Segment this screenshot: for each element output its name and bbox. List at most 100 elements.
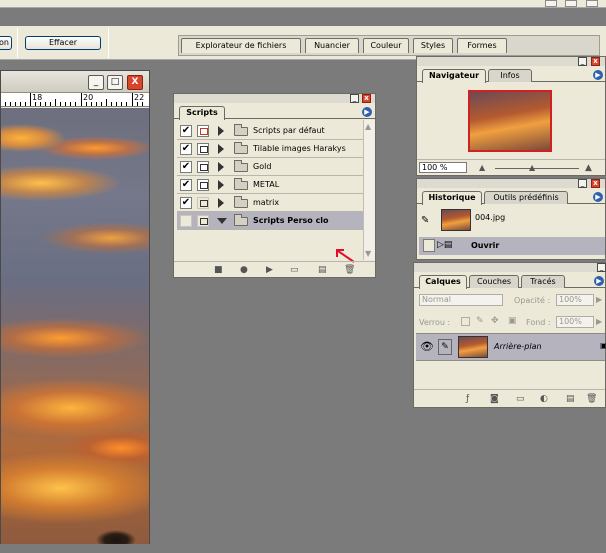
lock-move-icon[interactable]: ✥ (491, 316, 499, 326)
well-tab-swatches[interactable]: Nuancier (305, 38, 359, 53)
adjustment-layer-icon[interactable]: ◐ (540, 394, 548, 404)
layers-palette-header[interactable]: _ (414, 263, 606, 272)
trash-icon[interactable]: 🗑 (586, 394, 597, 404)
opacity-field[interactable]: 100% (556, 294, 594, 306)
expand-triangle-icon[interactable] (218, 126, 224, 136)
tab-info[interactable]: Infos (488, 69, 532, 82)
document-title-bar[interactable]: _ □ X (1, 71, 149, 93)
script-toggle-checkbox[interactable]: ✔ (180, 143, 192, 155)
play-icon[interactable]: ▶ (266, 265, 273, 275)
close-icon[interactable]: x (591, 179, 600, 188)
horizontal-ruler[interactable]: 18 20 22 (1, 93, 149, 107)
stop-icon[interactable]: ■ (214, 265, 223, 275)
fill-field[interactable]: 100% (556, 316, 594, 328)
close-icon[interactable]: x (591, 57, 600, 66)
navigator-thumbnail[interactable] (468, 90, 552, 152)
tab-channels[interactable]: Couches (469, 275, 519, 288)
list-item[interactable]: ✔ Tilable images Harakys (177, 140, 363, 158)
lock-brush-icon[interactable]: ✎ (476, 316, 484, 326)
well-tab-styles[interactable]: Styles (413, 38, 453, 53)
zoom-out-icon[interactable]: ▲ (479, 163, 485, 173)
palette-menu-icon[interactable]: ▶ (362, 107, 372, 117)
trash-icon[interactable]: 🗑 (344, 265, 355, 275)
app-maximize-icon[interactable] (565, 0, 577, 7)
tab-navigator[interactable]: Navigateur (422, 69, 486, 83)
opacity-arrow-icon[interactable]: ▶ (596, 295, 602, 304)
app-close-icon[interactable] (586, 0, 598, 7)
new-group-icon[interactable]: ▭ (516, 394, 525, 404)
expand-triangle-icon[interactable] (218, 198, 224, 208)
script-toggle-checkbox[interactable]: ✔ (180, 197, 192, 209)
new-script-icon[interactable]: ▤ (318, 265, 327, 275)
tab-layers[interactable]: Calques (419, 275, 467, 289)
new-layer-icon[interactable]: ▤ (566, 394, 575, 404)
dialog-toggle-icon[interactable] (197, 197, 209, 209)
scroll-down-icon[interactable]: ▼ (365, 249, 371, 258)
history-source-box[interactable] (423, 239, 435, 252)
sunset-image-canvas[interactable] (1, 108, 149, 544)
scroll-up-icon[interactable]: ▲ (365, 122, 371, 131)
layer-row[interactable]: 👁 ✎ Arrière-plan ▣ (416, 333, 606, 361)
new-set-folder-icon[interactable]: ▭ (290, 265, 299, 275)
palette-menu-icon[interactable]: ▶ (593, 192, 603, 202)
zoom-slider[interactable] (495, 168, 579, 169)
zoom-field[interactable]: 100 % (419, 162, 467, 173)
expand-triangle-icon[interactable] (218, 144, 224, 154)
history-state-row[interactable]: ▷▤ Ouvrir (419, 237, 605, 255)
palette-menu-icon[interactable]: ▶ (593, 70, 603, 80)
history-palette-header[interactable]: _ x (417, 179, 605, 188)
blend-mode-select[interactable]: Normal (419, 294, 503, 306)
expand-triangle-icon[interactable] (218, 180, 224, 190)
list-item[interactable]: ✔ Scripts par défaut (177, 122, 363, 140)
layer-style-icon[interactable]: ƒ (466, 394, 469, 404)
document-maximize-button[interactable]: □ (107, 75, 123, 90)
dialog-toggle-icon[interactable] (197, 143, 209, 155)
scripts-scrollbar[interactable]: ▲ ▼ (363, 120, 375, 260)
script-toggle-checkbox[interactable] (180, 215, 192, 227)
zoom-in-icon[interactable]: ▲ (585, 163, 592, 173)
minimize-icon[interactable]: _ (578, 179, 587, 188)
list-item-selected[interactable]: Scripts Perso clo (177, 212, 363, 230)
layer-mask-icon[interactable]: ◙ (490, 394, 499, 404)
script-toggle-checkbox[interactable]: ✔ (180, 161, 192, 173)
lock-transparency-icon[interactable] (461, 317, 470, 326)
minimize-icon[interactable]: _ (350, 94, 359, 103)
document-minimize-button[interactable]: _ (88, 75, 104, 90)
dialog-toggle-icon[interactable] (197, 215, 209, 227)
palette-menu-icon[interactable]: ▶ (594, 276, 604, 286)
dialog-toggle-icon[interactable] (197, 125, 209, 137)
well-tab-color[interactable]: Couleur (363, 38, 409, 53)
dialog-toggle-icon[interactable] (197, 179, 209, 191)
navigator-palette-header[interactable]: _ x (417, 57, 605, 66)
history-snapshot-row[interactable]: ✎ 004.jpg (419, 207, 605, 235)
tab-tool-presets[interactable]: Outils prédéfinis (484, 191, 568, 204)
brush-link-icon[interactable]: ✎ (438, 339, 452, 355)
left-cut-button[interactable]: on (0, 36, 12, 50)
document-close-button[interactable]: X (127, 75, 143, 90)
lock-all-icon[interactable]: ▣ (508, 316, 517, 326)
list-item[interactable]: ✔ Gold (177, 158, 363, 176)
script-toggle-checkbox[interactable]: ✔ (180, 125, 192, 137)
well-tab-shapes[interactable]: Formes (457, 38, 507, 53)
collapse-triangle-icon[interactable] (217, 218, 227, 224)
zoom-slider-thumb-icon[interactable]: ▲ (529, 163, 535, 173)
dialog-toggle-icon[interactable] (197, 161, 209, 173)
eye-visibility-icon[interactable]: 👁 (420, 340, 434, 353)
minimize-icon[interactable]: _ (578, 57, 587, 66)
minimize-icon[interactable]: _ (597, 263, 606, 272)
app-minimize-icon[interactable] (545, 0, 557, 7)
script-toggle-checkbox[interactable]: ✔ (180, 179, 192, 191)
tab-paths[interactable]: Tracés (521, 275, 565, 288)
well-tab-file-browser[interactable]: Explorateur de fichiers (181, 38, 301, 53)
list-item[interactable]: ✔ METAL (177, 176, 363, 194)
tab-scripts[interactable]: Scripts (179, 106, 225, 120)
expand-triangle-icon[interactable] (218, 162, 224, 172)
record-icon[interactable]: ● (240, 265, 248, 275)
tab-history[interactable]: Historique (422, 191, 482, 205)
history-brush-icon[interactable]: ✎ (421, 215, 429, 226)
fill-arrow-icon[interactable]: ▶ (596, 317, 602, 326)
list-item[interactable]: ✔ matrix (177, 194, 363, 212)
clear-button[interactable]: Effacer (25, 36, 101, 50)
close-icon[interactable]: x (362, 94, 371, 103)
scripts-palette-header[interactable]: _ x (174, 94, 375, 103)
